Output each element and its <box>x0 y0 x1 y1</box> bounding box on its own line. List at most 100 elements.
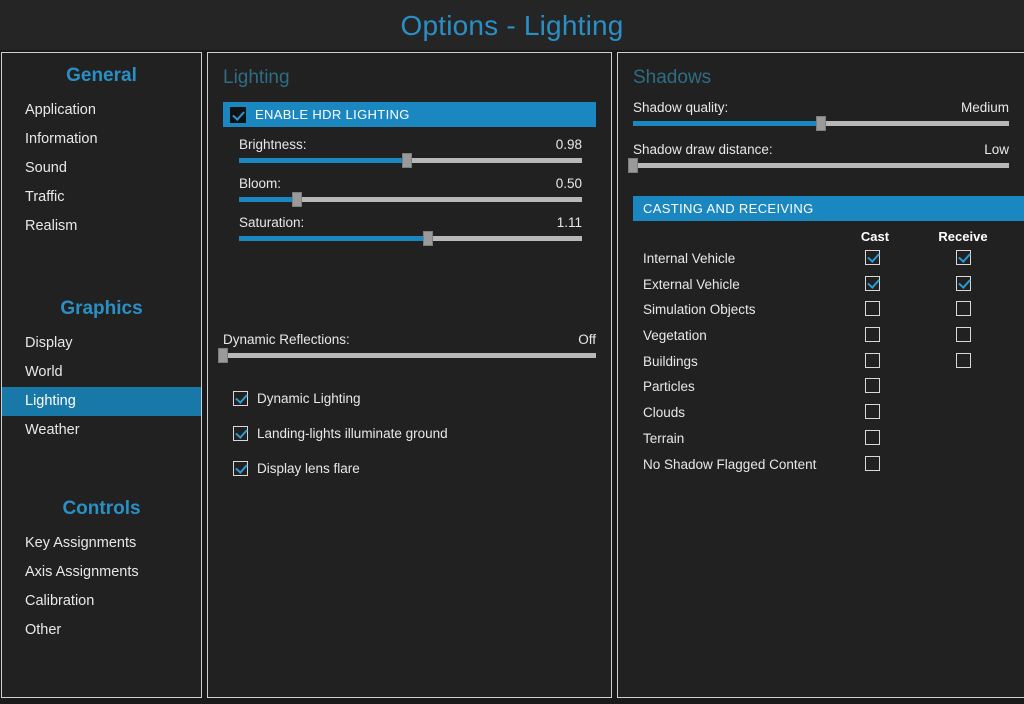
saturation-track[interactable] <box>239 231 582 246</box>
bloom-slider-row[interactable]: Bloom: 0.50 <box>239 176 582 207</box>
cast-checkbox-buildings[interactable] <box>865 352 880 368</box>
sidebar-item-realism[interactable]: Realism <box>2 212 201 241</box>
brightness-label: Brightness: <box>239 137 307 152</box>
dynamic-reflections-track[interactable] <box>218 348 596 363</box>
saturation-slider-head: Saturation: 1.11 <box>239 215 582 230</box>
sidebar-item-calibration[interactable]: Calibration <box>2 587 201 616</box>
checkbox-landing-lights-illuminate-ground[interactable] <box>233 426 248 441</box>
sidebar-item-axis-assignments[interactable]: Axis Assignments <box>2 558 201 587</box>
casting-and-receiving-label: CASTING AND RECEIVING <box>643 201 814 216</box>
column-header-cast: Cast <box>860 229 890 244</box>
sidebar-item-application[interactable]: Application <box>2 96 201 125</box>
shadows-section-title: Shadows <box>633 67 712 88</box>
enable-hdr-lighting-label: ENABLE HDR LIGHTING <box>255 107 410 122</box>
table-header-row: Cast Receive <box>618 229 1024 249</box>
saturation-slider-row[interactable]: Saturation: 1.11 <box>239 215 582 246</box>
receive-checkbox-simulation-objects[interactable] <box>956 301 971 317</box>
shadow-draw-distance-value: Low <box>984 142 1009 157</box>
sidebar-item-key-assignments[interactable]: Key Assignments <box>2 529 201 558</box>
shadow-draw-distance-track[interactable] <box>628 158 1009 173</box>
sidebar-item-label: Key Assignments <box>25 535 137 551</box>
enable-hdr-lighting-row[interactable]: ENABLE HDR LIGHTING <box>223 102 596 127</box>
shadows-panel: Shadows Shadow quality: Medium Shadow draw… <box>617 52 1024 698</box>
checkbox-display-lens-flare[interactable] <box>233 461 248 476</box>
sidebar-item-label: World <box>25 364 63 380</box>
options-window: Options - Lighting General Application Inf… <box>0 0 1024 704</box>
dynamic-reflections-thumb[interactable] <box>218 348 228 363</box>
shadow-draw-distance-slider-row[interactable]: Shadow draw distance: Low <box>628 142 1009 173</box>
shadow-quality-thumb[interactable] <box>816 116 826 131</box>
cast-checkbox-particles[interactable] <box>865 378 880 394</box>
saturation-value: 1.11 <box>556 215 582 230</box>
brightness-value: 0.98 <box>555 137 582 152</box>
sidebar-item-label: Display <box>25 335 73 351</box>
shadow-quality-label: Shadow quality: <box>633 100 729 115</box>
shadow-casting-table: Cast Receive Internal Vehicle External Ve… <box>618 229 1024 480</box>
sidebar-item-world[interactable]: World <box>2 358 201 387</box>
row-label-buildings: Buildings <box>643 353 698 369</box>
sidebar-group-title-general: General <box>66 65 137 86</box>
page-title: Options - Lighting <box>400 10 624 41</box>
checkbox-row-dynamic-lighting[interactable]: Dynamic Lighting <box>233 388 448 409</box>
shadow-draw-distance-thumb[interactable] <box>628 158 638 173</box>
bloom-fill <box>239 197 298 202</box>
shadow-quality-slider-row[interactable]: Shadow quality: Medium <box>633 100 1009 131</box>
receive-checkbox-internal-vehicle[interactable] <box>956 250 971 265</box>
checkbox-label: Display lens flare <box>257 461 360 476</box>
lighting-checkbox-list: Dynamic Lighting Landing-lights illuminat… <box>233 388 448 493</box>
bloom-thumb[interactable] <box>292 192 303 207</box>
sidebar-item-label: Application <box>25 102 96 118</box>
table-row: Buildings <box>618 352 1024 378</box>
cast-checkbox-clouds[interactable] <box>865 404 880 420</box>
sidebar-item-other[interactable]: Other <box>2 616 201 645</box>
table-row: Internal Vehicle <box>618 249 1024 275</box>
lighting-panel: Lighting ENABLE HDR LIGHTING Brightness:… <box>207 52 612 698</box>
row-label-particles: Particles <box>643 379 695 395</box>
sidebar-item-display[interactable]: Display <box>2 329 201 358</box>
brightness-track[interactable] <box>239 153 582 168</box>
title-bar: Options - Lighting <box>0 0 1024 50</box>
table-row: No Shadow Flagged Content <box>618 455 1024 481</box>
cast-checkbox-simulation-objects[interactable] <box>865 301 880 317</box>
bloom-track[interactable] <box>239 192 582 207</box>
sidebar-item-traffic[interactable]: Traffic <box>2 183 201 212</box>
receive-checkbox-buildings[interactable] <box>956 352 971 368</box>
row-label-terrain: Terrain <box>643 430 685 446</box>
cast-checkbox-no-shadow-flagged-content[interactable] <box>865 455 880 471</box>
table-row: Vegetation <box>618 326 1024 352</box>
table-row: Particles <box>618 377 1024 403</box>
shadow-sliders: Shadow quality: Medium Shadow draw distanc… <box>628 100 1009 184</box>
cast-checkbox-terrain[interactable] <box>865 429 880 445</box>
checkbox-row-display-lens-flare[interactable]: Display lens flare <box>233 458 448 479</box>
checkbox-row-landing-lights-illuminate-ground[interactable]: Landing-lights illuminate ground <box>233 423 448 444</box>
cast-checkbox-vegetation[interactable] <box>865 327 880 343</box>
saturation-thumb[interactable] <box>422 231 433 246</box>
row-label-clouds: Clouds <box>643 405 686 421</box>
sidebar-item-sound[interactable]: Sound <box>2 154 201 183</box>
sidebar-item-lighting[interactable]: Lighting <box>2 387 201 416</box>
receive-checkbox-external-vehicle[interactable] <box>956 275 971 291</box>
shadow-quality-fill <box>633 121 821 126</box>
row-label-internal-vehicle: Internal Vehicle <box>643 251 736 266</box>
shadow-quality-value: Medium <box>960 100 1009 115</box>
checkbox-label: Landing-lights illuminate ground <box>257 426 448 441</box>
sidebar-item-label: Traffic <box>25 189 65 205</box>
brightness-slider-row[interactable]: Brightness: 0.98 <box>239 137 582 168</box>
brightness-fill <box>239 158 408 163</box>
sidebar-item-information[interactable]: Information <box>2 125 201 154</box>
sidebar-item-label: Information <box>25 131 98 147</box>
cast-checkbox-external-vehicle[interactable] <box>865 275 880 291</box>
brightness-thumb[interactable] <box>402 153 413 168</box>
enable-hdr-lighting-checkbox[interactable] <box>230 106 246 123</box>
dynamic-reflections-slider-row[interactable]: Dynamic Reflections: Off <box>218 332 596 363</box>
shadow-quality-track[interactable] <box>633 116 1009 131</box>
sidebar-group-title-graphics: Graphics <box>60 298 143 319</box>
checkbox-dynamic-lighting[interactable] <box>233 391 248 406</box>
receive-checkbox-vegetation[interactable] <box>956 327 971 343</box>
cast-checkbox-internal-vehicle[interactable] <box>865 250 880 265</box>
sidebar-item-label: Calibration <box>25 593 95 609</box>
sidebar-item-weather[interactable]: Weather <box>2 416 201 445</box>
shadow-draw-distance-label: Shadow draw distance: <box>633 142 773 157</box>
saturation-fill <box>239 236 428 241</box>
saturation-label: Saturation: <box>239 215 305 230</box>
